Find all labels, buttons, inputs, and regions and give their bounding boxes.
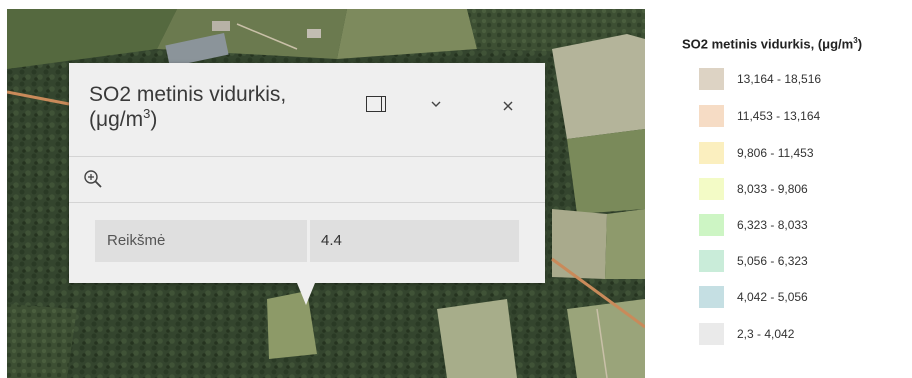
legend-swatch: [699, 323, 724, 345]
legend-range: 2,3 - 4,042: [737, 327, 795, 341]
legend-swatch: [699, 178, 724, 200]
legend-swatch: [699, 142, 724, 164]
legend-item: 8,033 - 9,806: [699, 178, 808, 200]
toolbar-divider: [69, 202, 545, 203]
legend-swatch: [699, 286, 724, 308]
legend-swatch: [699, 105, 724, 127]
feature-popup: SO2 metinis vidurkis, (μg/m3) Reikšmė 4.…: [69, 63, 545, 283]
attribute-value: 4.4: [310, 220, 519, 262]
legend-title-text: SO2 metinis vidurkis, (μg/m: [682, 36, 854, 52]
legend-title: SO2 metinis vidurkis, (μg/m3): [682, 36, 862, 51]
legend-swatch: [699, 214, 724, 236]
header-divider: [69, 156, 545, 157]
legend-item: 6,323 - 8,033: [699, 214, 808, 236]
legend-item: 2,3 - 4,042: [699, 323, 794, 345]
legend-range: 9,806 - 11,453: [737, 146, 814, 160]
legend-range: 4,042 - 5,056: [737, 290, 808, 304]
attribute-table: Reikšmė 4.4: [95, 220, 519, 262]
popup-title-text: SO2 metinis vidurkis, (μg/m: [89, 83, 287, 131]
legend-item: 4,042 - 5,056: [699, 286, 808, 308]
legend-item: 9,806 - 11,453: [699, 142, 814, 164]
close-icon[interactable]: [501, 99, 515, 113]
legend: SO2 metinis vidurkis, (μg/m3) 13,164 - 1…: [682, 0, 912, 378]
popup-title: SO2 metinis vidurkis, (μg/m3): [89, 82, 349, 132]
legend-range: 11,453 - 13,164: [737, 109, 821, 123]
zoom-in-icon[interactable]: [82, 168, 104, 190]
legend-range: 8,033 - 9,806: [737, 182, 808, 196]
legend-range: 6,323 - 8,033: [737, 218, 808, 232]
attribute-key: Reikšmė: [95, 220, 307, 262]
legend-range: 5,056 - 6,323: [737, 254, 808, 268]
legend-title-end: ): [857, 36, 863, 52]
dock-icon[interactable]: [366, 96, 386, 112]
legend-item: 13,164 - 18,516: [699, 68, 821, 90]
popup-title-end: ): [150, 108, 158, 131]
legend-swatch: [699, 68, 724, 90]
chevron-down-icon[interactable]: [429, 99, 443, 109]
legend-range: 13,164 - 18,516: [737, 72, 822, 86]
popup-pointer: [297, 283, 315, 305]
legend-item: 11,453 - 13,164: [699, 105, 820, 127]
legend-swatch: [699, 250, 724, 272]
legend-item: 5,056 - 6,323: [699, 250, 808, 272]
